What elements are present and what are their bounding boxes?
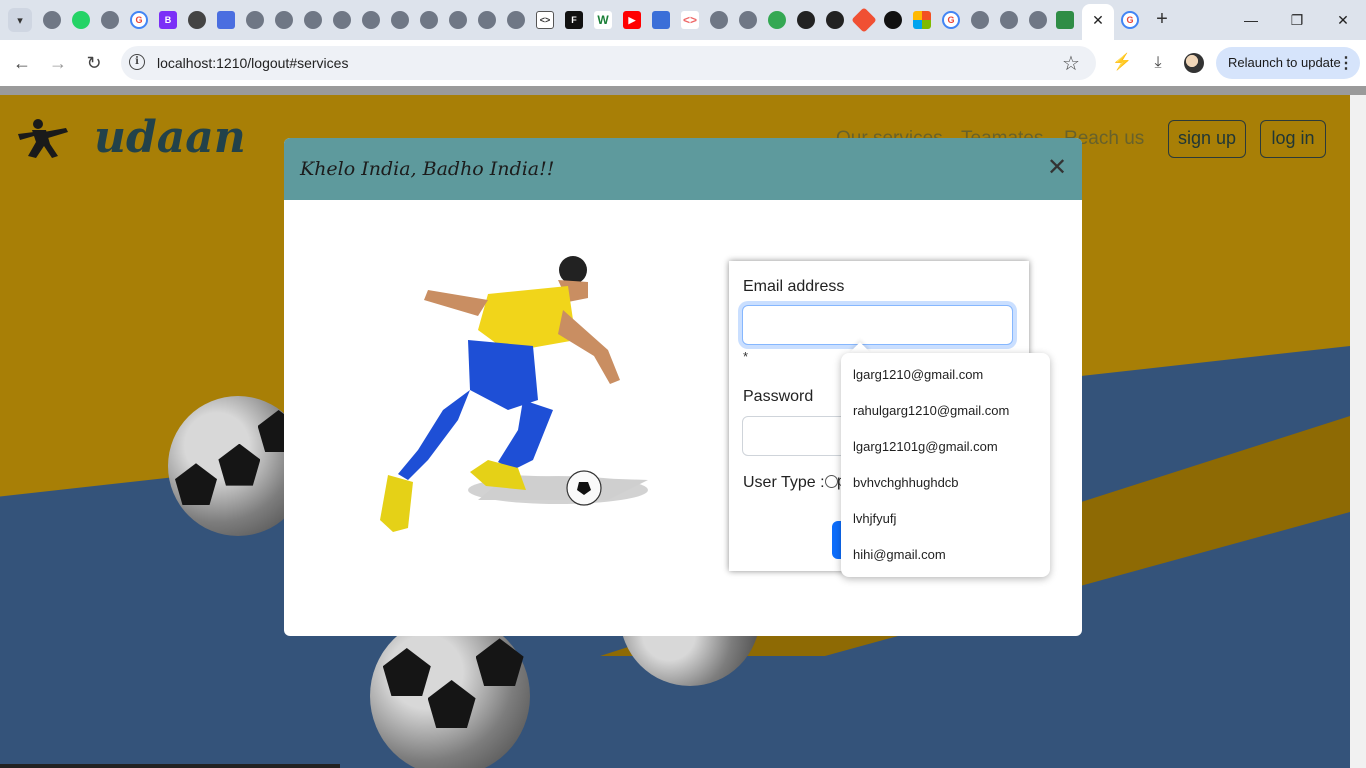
globe-icon[interactable] xyxy=(1000,11,1018,29)
footballer-illustration xyxy=(380,256,648,532)
close-modal-icon[interactable]: ✕ xyxy=(1044,156,1070,182)
back-icon[interactable]: ← xyxy=(10,51,34,75)
geeksforgeeks-icon[interactable] xyxy=(1056,11,1074,29)
menu-dots-icon[interactable]: ⋮ xyxy=(1338,53,1354,73)
password-label: Password xyxy=(743,388,814,405)
chrome-icon[interactable] xyxy=(101,11,119,29)
globe-icon[interactable] xyxy=(739,11,757,29)
github-icon[interactable] xyxy=(826,11,844,29)
globe-icon[interactable] xyxy=(304,11,322,29)
autocomplete-suggestion[interactable]: hihi@gmail.com xyxy=(853,537,1043,573)
globe-icon[interactable] xyxy=(362,11,380,29)
google-icon[interactable]: G xyxy=(130,11,148,29)
email-autocomplete-dropdown: lgarg1210@gmail.com rahulgarg1210@gmail.… xyxy=(841,353,1050,577)
bookmark-star-icon[interactable]: ☆ xyxy=(1062,51,1080,76)
globe-icon[interactable] xyxy=(420,11,438,29)
github-icon[interactable] xyxy=(797,11,815,29)
page-viewport: udaan Our services Teamates Reach us sig… xyxy=(0,86,1366,768)
minimize-icon[interactable]: — xyxy=(1236,8,1266,32)
google-icon[interactable]: G xyxy=(942,11,960,29)
email-input[interactable] xyxy=(742,305,1013,345)
youtube-icon[interactable]: ▶ xyxy=(623,11,641,29)
site-info-icon[interactable]: i xyxy=(129,54,145,70)
new-tab-icon[interactable]: + xyxy=(1152,9,1172,30)
autocomplete-suggestion[interactable]: bvhvchghhughdcb xyxy=(853,465,1043,501)
close-window-icon[interactable]: ✕ xyxy=(1328,8,1358,32)
globe-icon[interactable] xyxy=(971,11,989,29)
globe-icon[interactable] xyxy=(333,11,351,29)
code-brackets-icon[interactable]: <> xyxy=(681,11,699,29)
bottom-strip xyxy=(0,764,340,768)
autocomplete-suggestion[interactable]: lgarg1210@gmail.com xyxy=(853,357,1043,393)
code-icon[interactable]: <> xyxy=(536,11,554,29)
figma-icon[interactable]: F xyxy=(565,11,583,29)
maps-icon[interactable] xyxy=(768,11,786,29)
page-scrollbar[interactable] xyxy=(1350,95,1366,768)
login-button[interactable]: log in xyxy=(1260,120,1326,158)
bootstrap-icon[interactable]: B xyxy=(159,11,177,29)
brand-logo-text[interactable]: udaan xyxy=(94,112,246,163)
logo-icon xyxy=(18,119,68,158)
webflow-icon[interactable]: W xyxy=(594,11,612,29)
download-icon[interactable]: ⤓ xyxy=(1147,52,1169,74)
globe-icon[interactable] xyxy=(391,11,409,29)
whatsapp-icon[interactable] xyxy=(72,11,90,29)
chrome-icon[interactable] xyxy=(43,11,61,29)
globe-icon[interactable] xyxy=(275,11,293,29)
url-text[interactable]: localhost:1210/logout#services xyxy=(157,55,348,71)
autocomplete-suggestion[interactable]: lvhjfyufj xyxy=(853,501,1043,537)
forward-icon[interactable]: → xyxy=(46,51,70,75)
forms-icon[interactable] xyxy=(217,11,235,29)
microsoft-icon[interactable] xyxy=(913,11,931,29)
profile-avatar[interactable] xyxy=(1184,53,1204,73)
autocomplete-suggestion[interactable]: rahulgarg1210@gmail.com xyxy=(853,393,1043,429)
close-tab-icon[interactable]: ✕ xyxy=(1089,11,1107,29)
football-image xyxy=(370,616,530,768)
globe-icon[interactable] xyxy=(449,11,467,29)
modal-title: Khelo India, Badho India!! xyxy=(300,158,555,180)
user-type-label: User Type : xyxy=(743,474,825,491)
flag-icon[interactable] xyxy=(652,11,670,29)
signup-button[interactable]: sign up xyxy=(1168,120,1246,158)
globe-icon[interactable] xyxy=(1029,11,1047,29)
google-icon[interactable]: G xyxy=(1121,11,1139,29)
top-strip xyxy=(0,86,1366,95)
globe-icon[interactable] xyxy=(478,11,496,29)
modal-header: Khelo India, Badho India!! ✕ xyxy=(284,138,1082,200)
autocomplete-suggestion[interactable]: lgarg12101g@gmail.com xyxy=(853,429,1043,465)
email-label: Email address xyxy=(743,278,845,295)
performance-icon[interactable]: ⚡ xyxy=(1111,52,1133,74)
globe-icon[interactable] xyxy=(507,11,525,29)
globe-icon[interactable] xyxy=(246,11,264,29)
openai-icon[interactable] xyxy=(188,11,206,29)
dark-circle-icon[interactable] xyxy=(884,11,902,29)
globe-icon[interactable] xyxy=(710,11,728,29)
restore-icon[interactable]: ❐ xyxy=(1282,8,1312,32)
reload-icon[interactable]: ↻ xyxy=(82,51,106,75)
tab-search-button[interactable]: ▾ xyxy=(8,8,32,32)
required-mark: * xyxy=(743,349,749,364)
